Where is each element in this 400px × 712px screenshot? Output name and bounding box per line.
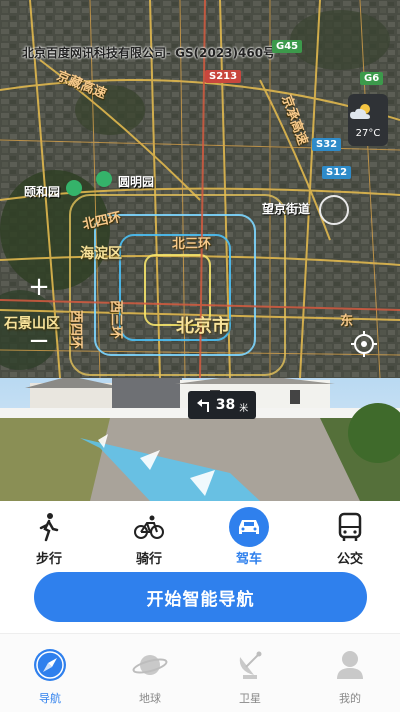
locate-button[interactable] (350, 330, 378, 358)
satellite-map[interactable]: 北京百度网讯科技有限公司- GS(2023)460号 S213 S32 S12 … (0, 0, 400, 378)
mode-label: 公交 (336, 552, 363, 567)
car-icon (239, 520, 259, 534)
crosshair-icon (351, 331, 377, 357)
turn-distance: 38 (215, 397, 236, 413)
road-label: 东 (340, 314, 354, 329)
bicycle-icon (134, 515, 164, 539)
compass-icon (34, 649, 66, 681)
poi-label[interactable]: 望京街道 (262, 200, 310, 217)
weather-widget[interactable]: 27°C (348, 94, 388, 146)
tab-earth[interactable]: 地球 (115, 646, 185, 706)
zoom-out-button[interactable]: − (26, 328, 52, 354)
road-label: 西三环 (108, 299, 124, 340)
mode-label: 驾车 (235, 552, 262, 567)
turn-left-arrow-icon (196, 399, 209, 412)
turn-distance-unit: 米 (239, 403, 249, 414)
road-shield: G6 (360, 72, 384, 85)
poi-label[interactable]: 圆明园 (118, 173, 154, 190)
tab-label: 导航 (39, 692, 61, 705)
cloud-sun-icon (350, 104, 370, 119)
travel-mode-selector: 步行 骑行 驾车 公交 (0, 501, 400, 571)
navigation-panel: 步行 骑行 驾车 公交 开始智能导航 (0, 501, 400, 633)
road-shield: S12 (322, 166, 352, 179)
temperature-text: 27°C (355, 128, 381, 139)
road-label: 北三环 (172, 237, 212, 252)
mode-label: 步行 (35, 552, 62, 567)
bottom-tab-bar: 导航 地球 卫星 我的 (0, 633, 400, 712)
mode-bus[interactable]: 公交 (320, 506, 380, 567)
mode-bike[interactable]: 骑行 (119, 506, 179, 567)
poi-label[interactable]: 颐和园 (24, 183, 60, 200)
park-icon (96, 171, 112, 187)
road-shield: S213 (205, 70, 242, 83)
tab-label: 地球 (139, 692, 161, 705)
walking-icon (39, 513, 59, 542)
tab-label: 卫星 (239, 692, 261, 705)
mode-drive[interactable]: 驾车 (219, 506, 279, 567)
mode-walk[interactable]: 步行 (19, 506, 79, 567)
road-shield: G45 (272, 40, 303, 53)
city-label: 北京市 (176, 316, 230, 337)
planet-icon (132, 655, 168, 675)
district-label: 海淀区 (80, 246, 122, 262)
turn-instruction: 38 米 (188, 391, 256, 419)
road-label: 西四环 (68, 309, 84, 350)
bus-icon (338, 512, 362, 541)
mode-drive-highlight (229, 507, 269, 547)
tab-navigation[interactable]: 导航 (15, 646, 85, 706)
map-copyright: 北京百度网讯科技有限公司- GS(2023)460号 (22, 46, 276, 60)
user-icon (337, 651, 363, 679)
satellite-dish-icon (239, 651, 262, 679)
zoom-in-button[interactable]: + (26, 274, 52, 300)
park-icon (66, 180, 82, 196)
tab-label: 我的 (339, 692, 361, 705)
start-navigation-button[interactable]: 开始智能导航 (34, 572, 367, 622)
road-shield: S32 (312, 138, 342, 151)
mode-label: 骑行 (135, 552, 162, 567)
tab-profile[interactable]: 我的 (315, 646, 385, 706)
tab-satellite[interactable]: 卫星 (215, 646, 285, 706)
